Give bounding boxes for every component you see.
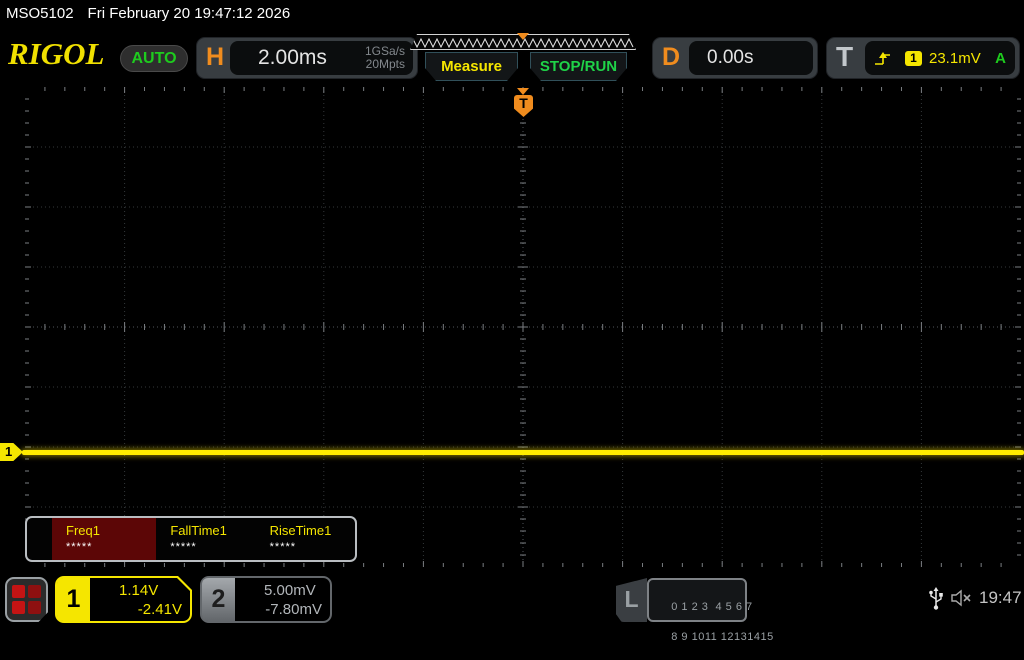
measurement-value: ***** <box>269 541 297 553</box>
acquisition-info: 1GSa/s 20Mpts <box>365 45 405 71</box>
trigger-label: T <box>836 41 854 72</box>
memory-depth: 20Mpts <box>365 57 405 71</box>
measurement-value: ***** <box>66 541 93 553</box>
delay-readout[interactable]: 0.00s <box>689 41 813 75</box>
stop-run-button[interactable]: STOP/RUN <box>530 52 627 81</box>
channel2-readout[interactable]: 5.00mV -7.80mV <box>235 578 330 621</box>
channel1-readout[interactable]: 1.14V -2.41V <box>90 578 190 621</box>
trigger-panel[interactable]: T 1 23.1mV A <box>826 37 1020 79</box>
menu-square-icon <box>28 601 41 614</box>
model-name: MSO5102 <box>6 5 74 22</box>
delay-panel[interactable]: D 0.00s <box>652 37 818 79</box>
menu-square-icon <box>12 585 25 598</box>
logic-channel-numbers[interactable]: 0 1 2 3 4 5 6 7 8 9 1011 12131415 <box>647 578 773 643</box>
quick-menu-icon[interactable] <box>5 577 48 622</box>
trigger-readout[interactable]: 1 23.1mV A <box>865 41 1015 75</box>
sample-rate: 1GSa/s <box>364 44 405 58</box>
menu-square-icon <box>12 601 25 614</box>
channel2-status-block[interactable]: 2 5.00mV -7.80mV <box>200 576 332 623</box>
trigger-position-triangle-icon[interactable] <box>517 88 529 95</box>
delay-value: 0.00s <box>707 47 754 68</box>
channel2-number[interactable]: 2 <box>202 578 235 621</box>
logic-channels-block[interactable]: L 0 1 2 3 4 5 6 7 8 9 1011 12131415 <box>616 578 773 643</box>
measurement-item-freq1[interactable]: Freq1 ***** <box>52 518 157 560</box>
graticule-grid <box>25 87 1021 567</box>
clock-text: 19:47 <box>979 588 1022 607</box>
trigger-level-value: 23.1mV <box>929 49 981 67</box>
logic-label: L <box>616 578 647 622</box>
channel1-offset: -2.41V <box>137 601 182 618</box>
measurement-label: Freq1 <box>66 523 100 538</box>
speaker-muted-icon[interactable] <box>950 588 974 608</box>
measure-button[interactable]: Measure <box>425 52 518 81</box>
horizontal-panel[interactable]: H 2.00ms 1GSa/s 20Mpts <box>196 37 418 79</box>
measurement-value: ***** <box>170 541 197 553</box>
channel2-offset: -7.80mV <box>265 601 322 618</box>
channel2-scale: 5.00mV <box>264 582 316 599</box>
measurement-item-risetime1[interactable]: RiseTime1 ***** <box>256 518 355 560</box>
channel1-trace[interactable] <box>22 450 1024 455</box>
logic-row2: 8 9 1011 12131415 <box>671 631 774 643</box>
measurement-label: RiseTime1 <box>269 523 332 538</box>
measurement-item-falltime1[interactable]: FallTime1 ***** <box>156 518 255 560</box>
top-info-bar: MSO5102 Fri February 20 19:47:12 2026 <box>0 0 1024 28</box>
trigger-source-badge: 1 <box>905 50 922 66</box>
rigol-logo: RIGOL <box>8 36 105 71</box>
logic-row1: 0 1 2 3 4 5 6 7 <box>671 601 753 613</box>
overview-position-marker-icon[interactable] <box>517 33 529 40</box>
menu-square-icon <box>28 585 41 598</box>
delay-label: D <box>662 43 681 71</box>
channel1-position-marker[interactable]: 1 <box>0 443 23 461</box>
timebase-value: 2.00ms <box>258 46 327 69</box>
rising-edge-trigger-icon <box>875 51 890 65</box>
horizontal-readout[interactable]: 2.00ms 1GSa/s 20Mpts <box>230 41 413 75</box>
measurement-results-panel[interactable]: Freq1 ***** FallTime1 ***** RiseTime1 **… <box>25 516 357 562</box>
measurement-label: FallTime1 <box>170 523 227 538</box>
trigger-sweep-mode: A <box>995 49 1006 67</box>
datetime-text: Fri February 20 19:47:12 2026 <box>87 5 291 22</box>
trigger-status-auto[interactable]: AUTO <box>120 45 188 72</box>
usb-icon <box>929 587 943 610</box>
channel1-number[interactable]: 1 <box>57 578 90 621</box>
horizontal-label: H <box>206 43 225 71</box>
channel1-scale: 1.14V <box>119 582 159 599</box>
channel1-status-block[interactable]: 1 1.14V -2.41V <box>55 576 192 623</box>
